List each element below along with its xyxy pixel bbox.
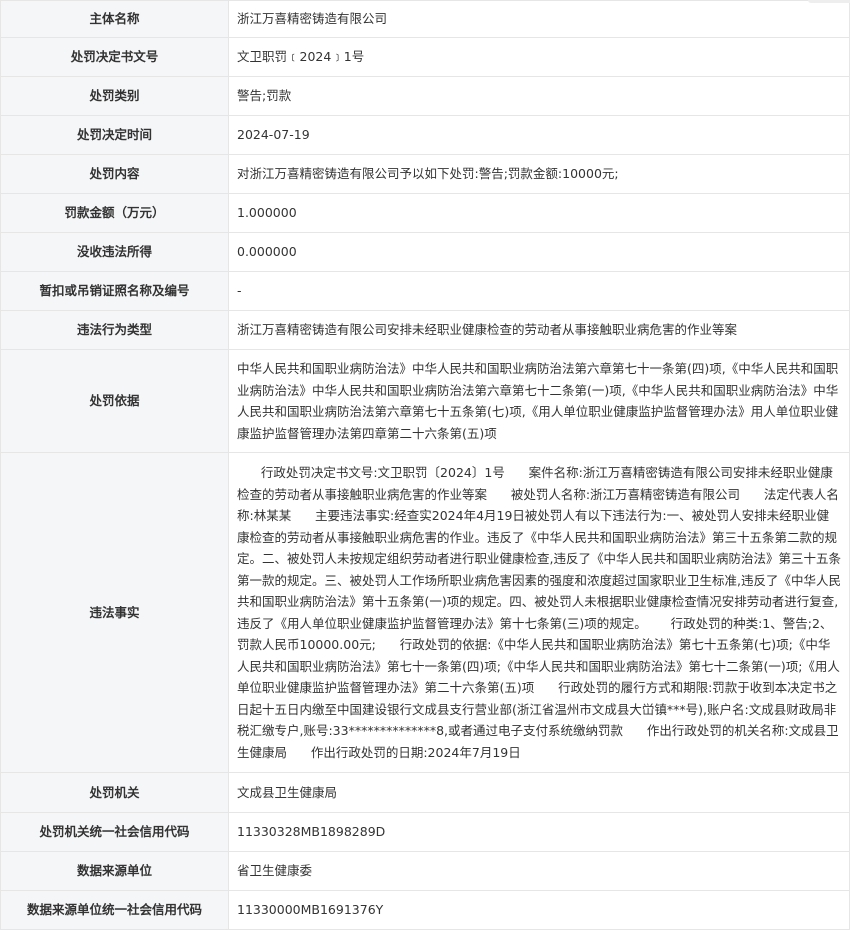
row-label: 数据来源单位统一社会信用代码 bbox=[0, 890, 229, 930]
row-value: 对浙江万喜精密铸造有限公司予以如下处罚:警告;罚款金额:10000元; bbox=[228, 154, 850, 194]
row-label: 违法行为类型 bbox=[0, 310, 229, 350]
row-value: 省卫生健康委 bbox=[228, 851, 850, 891]
row-value: 警告;罚款 bbox=[228, 76, 850, 116]
row-violation-type: 违法行为类型 浙江万喜精密铸造有限公司安排未经职业健康检查的劳动者从事接触职业病… bbox=[0, 310, 850, 350]
row-license-suspension: 暂扣或吊销证照名称及编号 - bbox=[0, 271, 850, 311]
row-value: 浙江万喜精密铸造有限公司 bbox=[228, 0, 850, 38]
row-label: 没收违法所得 bbox=[0, 232, 229, 272]
row-value: 0.000000 bbox=[228, 232, 850, 272]
row-penalty-category: 处罚类别 警告;罚款 bbox=[0, 76, 850, 116]
row-value: 中华人民共和国职业病防治法》中华人民共和国职业病防治法第六章第七十一条第(四)项… bbox=[228, 349, 850, 453]
row-data-source-credit-code: 数据来源单位统一社会信用代码 11330000MB1691376Y bbox=[0, 890, 850, 930]
row-label: 处罚类别 bbox=[0, 76, 229, 116]
row-value: 1.000000 bbox=[228, 193, 850, 233]
row-value: - bbox=[228, 271, 850, 311]
row-label: 处罚决定书文号 bbox=[0, 37, 229, 77]
row-label: 处罚内容 bbox=[0, 154, 229, 194]
row-label: 暂扣或吊销证照名称及编号 bbox=[0, 271, 229, 311]
row-value: 2024-07-19 bbox=[228, 115, 850, 155]
row-value: 文卫职罚﹝2024﹞1号 bbox=[228, 37, 850, 77]
row-fine-amount: 罚款金额（万元） 1.000000 bbox=[0, 193, 850, 233]
row-decision-date: 处罚决定时间 2024-07-19 bbox=[0, 115, 850, 155]
row-penalty-content: 处罚内容 对浙江万喜精密铸造有限公司予以如下处罚:警告;罚款金额:10000元; bbox=[0, 154, 850, 194]
scroll-corner-tab bbox=[808, 0, 850, 3]
row-label: 处罚机关 bbox=[0, 772, 229, 813]
row-data-source: 数据来源单位 省卫生健康委 bbox=[0, 851, 850, 891]
row-value: 行政处罚决定书文号:文卫职罚〔2024〕1号 案件名称:浙江万喜精密铸造有限公司… bbox=[228, 452, 850, 773]
row-label: 处罚决定时间 bbox=[0, 115, 229, 155]
row-label: 处罚机关统一社会信用代码 bbox=[0, 812, 229, 852]
row-confiscated-income: 没收违法所得 0.000000 bbox=[0, 232, 850, 272]
row-label: 主体名称 bbox=[0, 0, 229, 38]
row-value: 11330328MB1898289D bbox=[228, 812, 850, 852]
row-penalty-basis: 处罚依据 中华人民共和国职业病防治法》中华人民共和国职业病防治法第六章第七十一条… bbox=[0, 349, 850, 453]
row-label: 罚款金额（万元） bbox=[0, 193, 229, 233]
row-authority-credit-code: 处罚机关统一社会信用代码 11330328MB1898289D bbox=[0, 812, 850, 852]
row-value: 文成县卫生健康局 bbox=[228, 772, 850, 813]
row-subject-name: 主体名称 浙江万喜精密铸造有限公司 bbox=[0, 0, 850, 38]
row-illegal-facts: 违法事实 行政处罚决定书文号:文卫职罚〔2024〕1号 案件名称:浙江万喜精密铸… bbox=[0, 452, 850, 773]
row-label: 违法事实 bbox=[0, 452, 229, 773]
row-value: 浙江万喜精密铸造有限公司安排未经职业健康检查的劳动者从事接触职业病危害的作业等案 bbox=[228, 310, 850, 350]
row-decision-number: 处罚决定书文号 文卫职罚﹝2024﹞1号 bbox=[0, 37, 850, 77]
row-penalty-authority: 处罚机关 文成县卫生健康局 bbox=[0, 772, 850, 813]
penalty-record-table: 主体名称 浙江万喜精密铸造有限公司 处罚决定书文号 文卫职罚﹝2024﹞1号 处… bbox=[0, 0, 850, 930]
row-label: 数据来源单位 bbox=[0, 851, 229, 891]
row-value: 11330000MB1691376Y bbox=[228, 890, 850, 930]
row-label: 处罚依据 bbox=[0, 349, 229, 453]
